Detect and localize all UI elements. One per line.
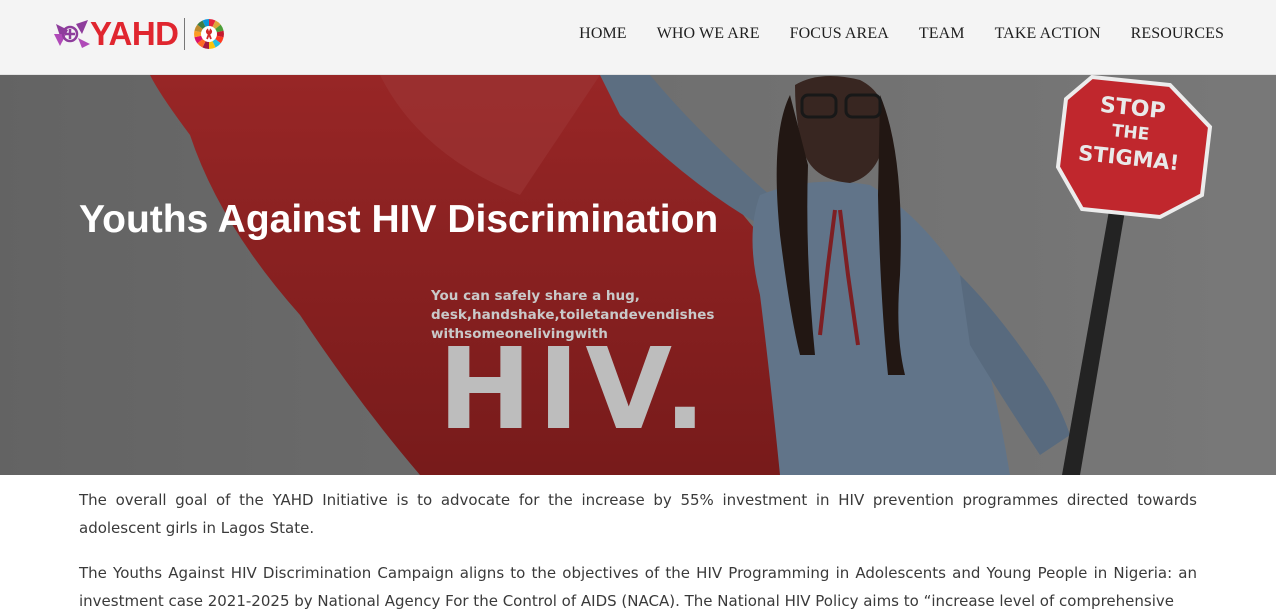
people-ribbon-icon [54,20,90,48]
site-header: YAHD HOME WHO WE ARE FOCUS AREA TEAM TAK… [0,0,1276,75]
nav-home[interactable]: HOME [579,24,627,44]
nav-focus-area[interactable]: FOCUS AREA [790,24,889,44]
stop-stigma-sign: STOP THE STIGMA! [1055,75,1213,220]
intro-paragraph: The overall goal of the YAHD Initiative … [79,491,1197,537]
logo-divider [184,18,186,50]
article-body: The overall goal of the YAHD Initiative … [79,486,1197,612]
campaign-paragraph: The Youths Against HIV Discrimination Ca… [79,564,1197,610]
nav-team[interactable]: TEAM [919,24,965,44]
main-nav: HOME WHO WE ARE FOCUS AREA TEAM TAKE ACT… [579,24,1224,44]
nav-resources[interactable]: RESOURCES [1131,24,1224,44]
nav-who-we-are[interactable]: WHO WE ARE [657,24,760,44]
sign-line-2: THE [1111,121,1150,145]
hero-caption-line: desk,handshake,toiletandevendishes [431,307,715,323]
hero-big-text: HIV. [438,325,713,455]
hero-caption-line: You can safely share a hug, [431,288,640,304]
page-title: Youths Against HIV Discrimination [79,198,719,241]
nav-take-action[interactable]: TAKE ACTION [995,24,1101,44]
site-logo[interactable]: YAHD [52,16,225,52]
hero-banner: STOP THE STIGMA! Youths Against HIV Disc… [0,75,1276,475]
sdg-wheel-icon [194,19,225,49]
logo-wordmark: YAHD [90,15,179,52]
